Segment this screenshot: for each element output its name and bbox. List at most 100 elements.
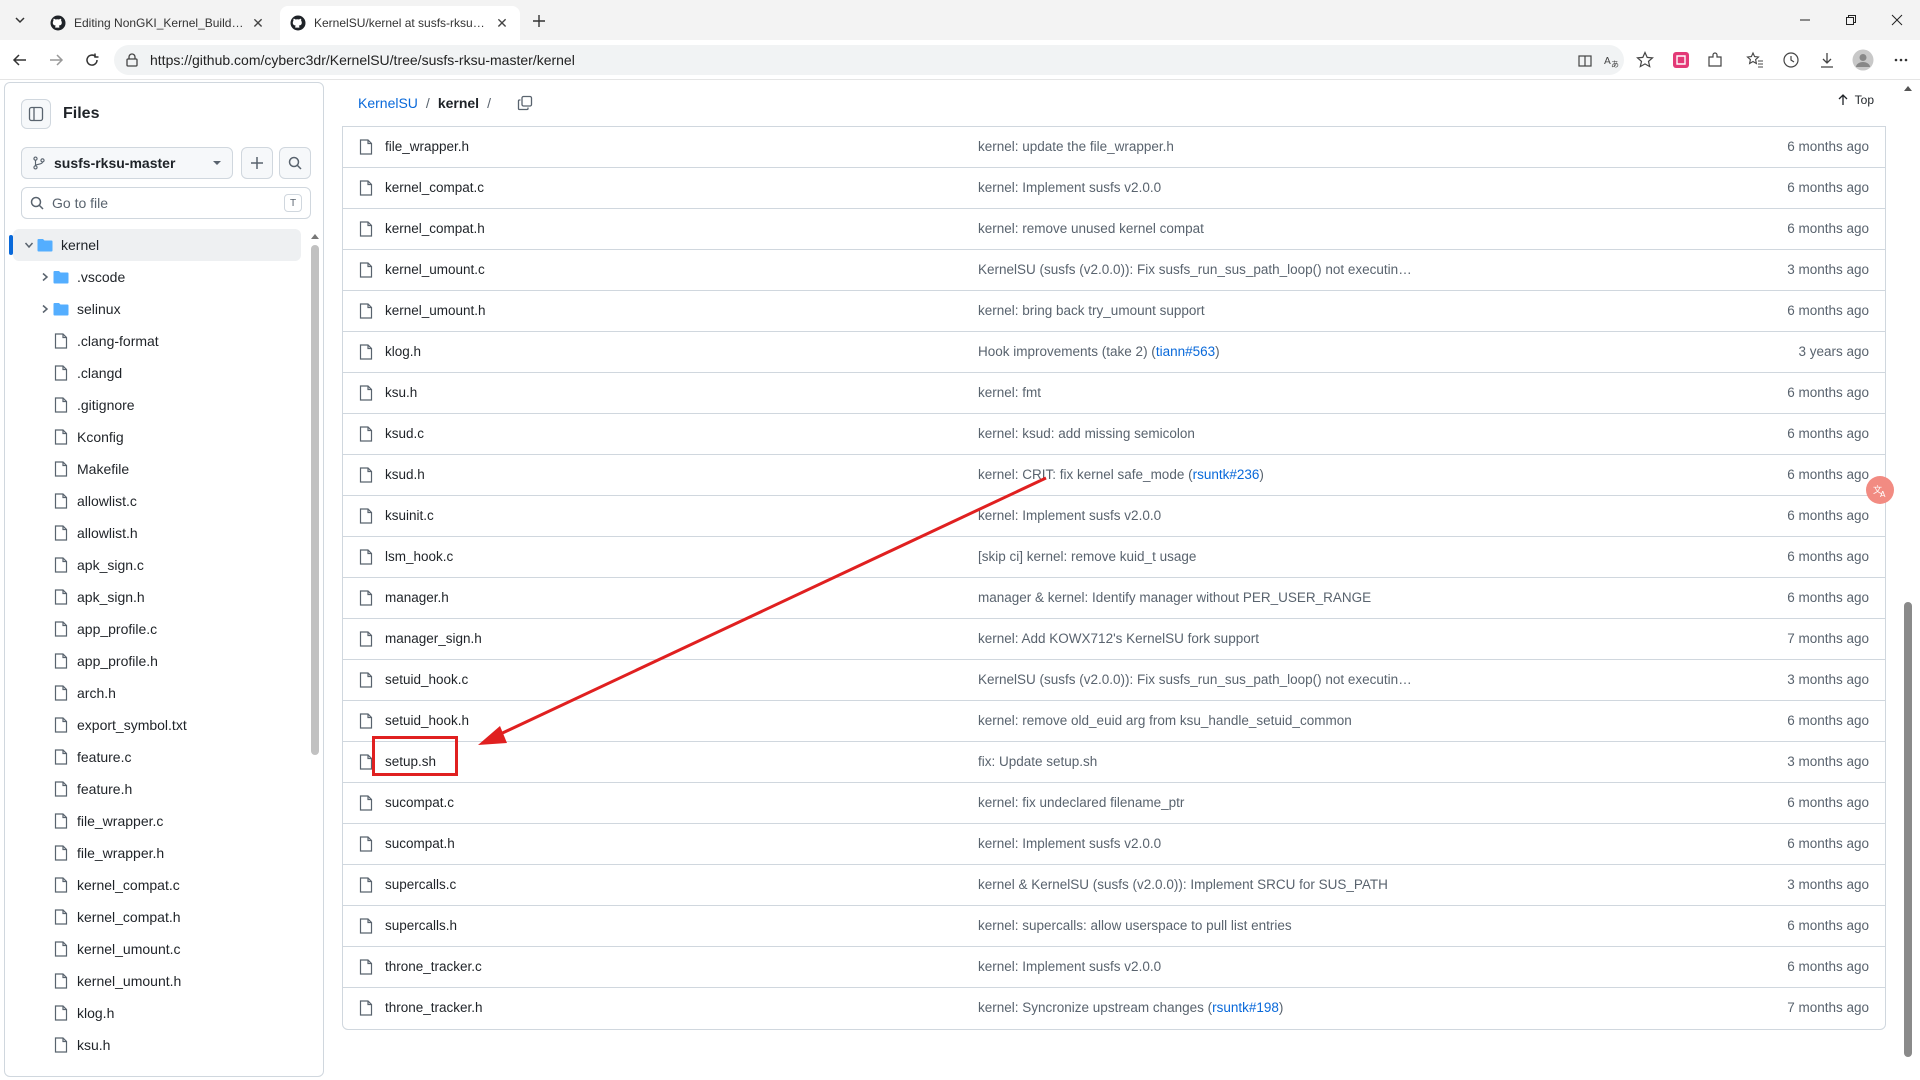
file-name-link[interactable]: manager_sign.h	[385, 631, 482, 646]
tree-file-item[interactable]: arch.h	[13, 677, 301, 709]
file-name-link[interactable]: throne_tracker.c	[385, 959, 482, 974]
tree-file-item[interactable]: Kconfig	[13, 421, 301, 453]
tree-folder-item[interactable]: kernel	[9, 229, 301, 261]
commit-message[interactable]: kernel: update the file_wrapper.h	[978, 139, 1174, 154]
commit-message-text[interactable]: kernel: bring back try_umount support	[978, 303, 1205, 318]
file-name-link[interactable]: supercalls.h	[385, 918, 457, 933]
chevron-right-icon[interactable]	[37, 269, 53, 285]
commit-message[interactable]: kernel: fix undeclared filename_ptr	[978, 795, 1184, 810]
commit-message[interactable]: kernel: Add KOWX712's KernelSU fork supp…	[978, 631, 1259, 646]
history-icon[interactable]	[1780, 49, 1802, 71]
file-name-link[interactable]: kernel_umount.c	[385, 262, 485, 277]
commit-age[interactable]: 3 months ago	[1787, 877, 1869, 892]
issue-reference-link[interactable]: rsuntk#198	[1212, 1000, 1279, 1015]
file-name-link[interactable]: ksuinit.c	[385, 508, 434, 523]
tree-file-item[interactable]: allowlist.c	[13, 485, 301, 517]
tree-file-item[interactable]: feature.c	[13, 741, 301, 773]
commit-message-text[interactable]: kernel: remove unused kernel compat	[978, 221, 1204, 236]
file-name-link[interactable]: lsm_hook.c	[385, 549, 453, 564]
commit-message[interactable]: kernel: CRIT: fix kernel safe_mode (rsun…	[978, 467, 1264, 482]
commit-message-text[interactable]: kernel: remove old_euid arg from ksu_han…	[978, 713, 1352, 728]
file-name-link[interactable]: kernel_umount.h	[385, 303, 486, 318]
tree-file-item[interactable]: klog.h	[13, 997, 301, 1029]
commit-message[interactable]: kernel & KernelSU (susfs (v2.0.0)): Impl…	[978, 877, 1388, 892]
commit-message[interactable]: kernel: fmt	[978, 385, 1041, 400]
tree-file-item[interactable]: file_wrapper.c	[13, 805, 301, 837]
file-name-link[interactable]: ksud.c	[385, 426, 424, 441]
issue-reference-link[interactable]: tiann#563	[1156, 344, 1215, 359]
commit-message[interactable]: [skip ci] kernel: remove kuid_t usage	[978, 549, 1196, 564]
extensions-puzzle-icon[interactable]	[1704, 49, 1726, 71]
commit-age[interactable]: 7 months ago	[1787, 631, 1869, 646]
commit-message[interactable]: kernel: Implement susfs v2.0.0	[978, 836, 1161, 851]
back-to-top-button[interactable]: Top	[1837, 93, 1874, 107]
minimize-button[interactable]	[1782, 0, 1828, 40]
commit-age[interactable]: 3 months ago	[1787, 262, 1869, 277]
commit-age[interactable]: 6 months ago	[1787, 221, 1869, 236]
favorite-star-icon[interactable]	[1634, 49, 1656, 71]
commit-age[interactable]: 6 months ago	[1787, 959, 1869, 974]
new-tab-button[interactable]	[526, 8, 552, 34]
commit-message-text[interactable]: kernel: supercalls: allow userspace to p…	[978, 918, 1292, 933]
translate-icon[interactable]: Aあ	[1602, 52, 1620, 70]
tree-file-item[interactable]: allowlist.h	[13, 517, 301, 549]
extension-app-icon[interactable]	[1670, 49, 1692, 71]
commit-message-text[interactable]: KernelSU (susfs (v2.0.0)): Fix susfs_run…	[978, 262, 1412, 277]
commit-message-text[interactable]: Hook improvements (take 2) (	[978, 344, 1156, 359]
commit-message-text[interactable]: KernelSU (susfs (v2.0.0)): Fix susfs_run…	[978, 672, 1412, 687]
commit-message-text[interactable]: kernel: Syncronize upstream changes (	[978, 1000, 1212, 1015]
file-name-link[interactable]: sucompat.h	[385, 836, 455, 851]
commit-age[interactable]: 6 months ago	[1787, 508, 1869, 523]
issue-reference-link[interactable]: rsuntk#236	[1193, 467, 1260, 482]
browser-tab-kernelsu[interactable]: KernelSU/kernel at susfs-rksu-mas ✕	[280, 6, 520, 40]
commit-message[interactable]: manager & kernel: Identify manager witho…	[978, 590, 1371, 605]
commit-age[interactable]: 7 months ago	[1787, 1000, 1869, 1015]
tree-folder-item[interactable]: selinux	[13, 293, 301, 325]
commit-message-text[interactable]: manager & kernel: Identify manager witho…	[978, 590, 1371, 605]
file-name-link[interactable]: setuid_hook.h	[385, 713, 469, 728]
search-repo-button[interactable]	[279, 147, 311, 179]
branch-selector[interactable]: susfs-rksu-master	[21, 147, 233, 179]
file-name-link[interactable]: supercalls.c	[385, 877, 456, 892]
commit-age[interactable]: 3 years ago	[1798, 344, 1869, 359]
commit-message-text[interactable]: kernel: fmt	[978, 385, 1041, 400]
close-tab-icon[interactable]: ✕	[250, 15, 266, 31]
commit-message[interactable]: kernel: remove unused kernel compat	[978, 221, 1204, 236]
immersive-reader-icon[interactable]	[1576, 52, 1594, 70]
sidebar-scroll-thumb[interactable]	[311, 245, 319, 755]
commit-age[interactable]: 6 months ago	[1787, 713, 1869, 728]
commit-message-text[interactable]: kernel: Add KOWX712's KernelSU fork supp…	[978, 631, 1259, 646]
reload-button[interactable]	[80, 48, 104, 72]
commit-age[interactable]: 6 months ago	[1787, 836, 1869, 851]
commit-age[interactable]: 6 months ago	[1787, 139, 1869, 154]
more-menu-icon[interactable]	[1890, 49, 1912, 71]
tree-file-item[interactable]: file_wrapper.h	[13, 837, 301, 869]
commit-message-text[interactable]: fix: Update setup.sh	[978, 754, 1097, 769]
tree-file-item[interactable]: apk_sign.c	[13, 549, 301, 581]
breadcrumb-repo-link[interactable]: KernelSU	[358, 95, 418, 111]
file-name-link[interactable]: kernel_compat.c	[385, 180, 484, 195]
commit-message-text[interactable]: kernel: fix undeclared filename_ptr	[978, 795, 1184, 810]
add-file-button[interactable]	[241, 147, 273, 179]
commit-age[interactable]: 6 months ago	[1787, 426, 1869, 441]
file-name-link[interactable]: throne_tracker.h	[385, 1000, 483, 1015]
commit-age[interactable]: 6 months ago	[1787, 549, 1869, 564]
tree-file-item[interactable]: .clangd	[13, 357, 301, 389]
file-name-link[interactable]: ksud.h	[385, 467, 425, 482]
url-text[interactable]: https://github.com/cyberc3dr/KernelSU/tr…	[150, 52, 575, 68]
tree-folder-item[interactable]: .vscode	[13, 261, 301, 293]
site-info-icon[interactable]	[124, 52, 140, 68]
chevron-down-icon[interactable]	[21, 237, 37, 253]
commit-message-text[interactable]: kernel: ksud: add missing semicolon	[978, 426, 1195, 441]
page-scroll-thumb[interactable]	[1904, 602, 1912, 1057]
commit-message[interactable]: KernelSU (susfs (v2.0.0)): Fix susfs_run…	[978, 672, 1412, 687]
file-name-link[interactable]: ksu.h	[385, 385, 417, 400]
commit-message[interactable]: kernel: Syncronize upstream changes (rsu…	[978, 1000, 1283, 1015]
tree-file-item[interactable]: kernel_compat.c	[13, 869, 301, 901]
commit-message[interactable]: KernelSU (susfs (v2.0.0)): Fix susfs_run…	[978, 262, 1412, 277]
commit-age[interactable]: 6 months ago	[1787, 385, 1869, 400]
commit-message-text[interactable]: kernel: update the file_wrapper.h	[978, 139, 1174, 154]
commit-message-text[interactable]: kernel: Implement susfs v2.0.0	[978, 959, 1161, 974]
address-bar[interactable]: https://github.com/cyberc3dr/KernelSU/tr…	[114, 45, 1624, 75]
file-name-link[interactable]: kernel_compat.h	[385, 221, 485, 236]
